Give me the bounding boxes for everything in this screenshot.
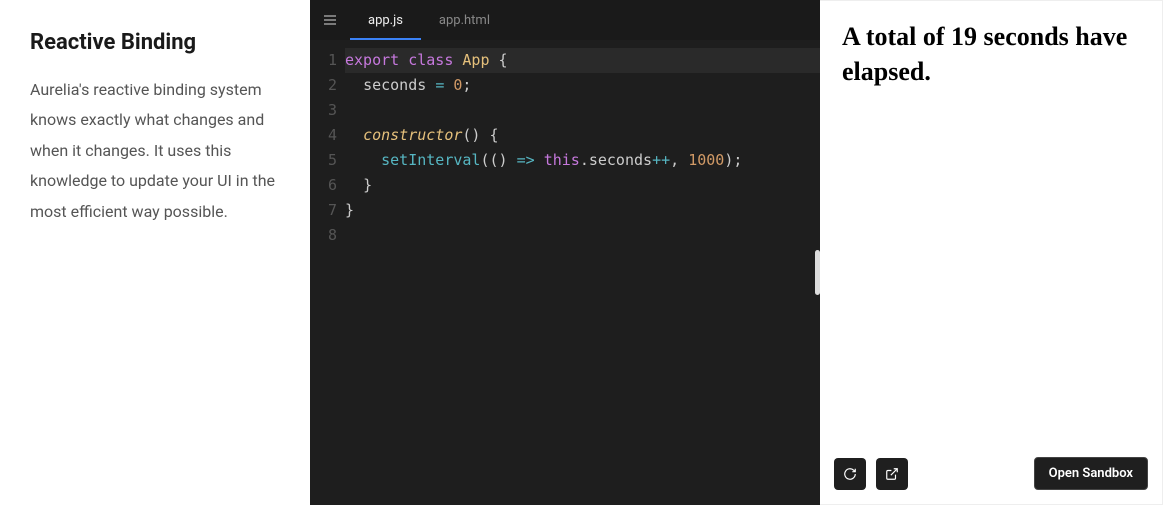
preview-panel: A total of 19 seconds have elapsed. Open… (820, 0, 1163, 505)
code-line: setInterval(() => this.seconds++, 1000); (345, 148, 820, 173)
menu-icon[interactable] (310, 12, 350, 28)
code-line (345, 223, 820, 248)
code-line: constructor() { (345, 123, 820, 148)
output-heading: A total of 19 seconds have elapsed. (842, 19, 1140, 89)
open-sandbox-button[interactable]: Open Sandbox (1034, 457, 1148, 490)
editor-header: app.js app.html (310, 0, 820, 40)
line-number: 2 (310, 73, 337, 98)
code-line (345, 98, 820, 123)
preview-output: A total of 19 seconds have elapsed. (820, 1, 1162, 504)
code-editor: app.js app.html 1 2 3 4 5 6 7 8 export c… (310, 0, 820, 505)
line-number: 7 (310, 198, 337, 223)
tab-app-html[interactable]: app.html (421, 0, 508, 40)
section-description: Aurelia's reactive binding system knows … (30, 75, 280, 227)
code-line: } (345, 198, 820, 223)
tab-app-js[interactable]: app.js (350, 0, 421, 40)
line-number: 6 (310, 173, 337, 198)
line-number: 4 (310, 123, 337, 148)
code-line: seconds = 0; (345, 73, 820, 98)
description-sidebar: Reactive Binding Aurelia's reactive bind… (0, 0, 310, 505)
editor-tabs: app.js app.html (350, 0, 508, 40)
line-number: 5 (310, 148, 337, 173)
open-new-window-button[interactable] (876, 458, 908, 490)
code-content[interactable]: export class App { seconds = 0; construc… (345, 48, 820, 505)
line-number: 3 (310, 98, 337, 123)
code-area[interactable]: 1 2 3 4 5 6 7 8 export class App { secon… (310, 40, 820, 505)
preview-toolbar: Open Sandbox (820, 445, 1162, 504)
line-number: 1 (310, 48, 337, 73)
external-link-icon (885, 467, 899, 481)
refresh-button[interactable] (834, 458, 866, 490)
code-line: } (345, 173, 820, 198)
refresh-icon (843, 467, 857, 481)
section-title: Reactive Binding (30, 30, 280, 55)
line-gutter: 1 2 3 4 5 6 7 8 (310, 48, 345, 505)
line-number: 8 (310, 223, 337, 248)
code-line: export class App { (345, 48, 820, 73)
